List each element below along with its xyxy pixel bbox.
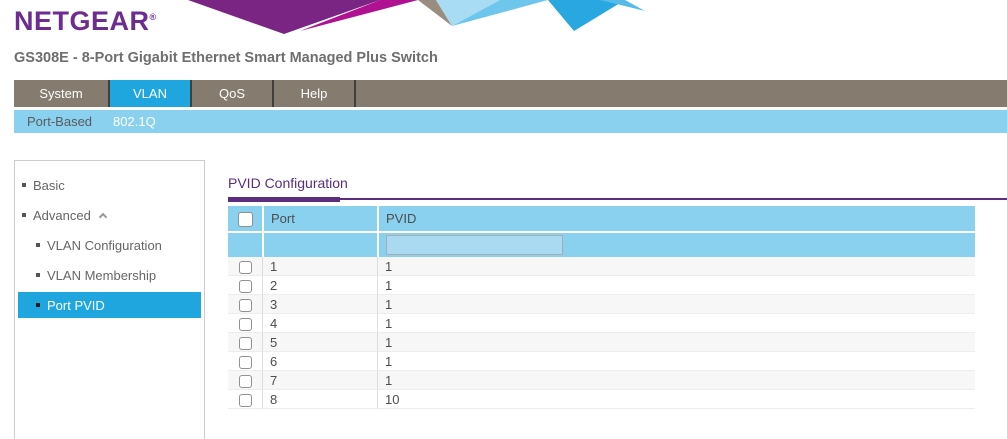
row-checkbox-cell xyxy=(228,257,262,276)
table-row: 21 xyxy=(228,276,975,295)
bullet-icon xyxy=(36,243,40,247)
select-all-checkbox[interactable] xyxy=(238,212,253,227)
pvid-cell: 1 xyxy=(377,276,975,295)
table-filter-row xyxy=(228,231,975,257)
row-checkbox-cell xyxy=(228,295,262,314)
table-row: 11 xyxy=(228,257,975,276)
table-row: 31 xyxy=(228,295,975,314)
nav-tab-system[interactable]: System xyxy=(14,80,110,107)
nav-tab-help[interactable]: Help xyxy=(274,80,356,107)
row-checkbox[interactable] xyxy=(239,394,252,407)
pvid-cell: 1 xyxy=(377,257,975,276)
sidebar-item-vlan-membership[interactable]: VLAN Membership xyxy=(15,260,204,290)
page: NETGEAR® GS308E - 8-Port Gigabit Etherne… xyxy=(0,0,1007,439)
row-checkbox[interactable] xyxy=(239,280,252,293)
port-cell: 2 xyxy=(262,276,377,295)
row-checkbox-cell xyxy=(228,352,262,371)
row-checkbox[interactable] xyxy=(239,299,252,312)
column-header-pvid: PVID xyxy=(377,206,975,231)
pvid-cell: 10 xyxy=(377,390,975,409)
section-heading: PVID Configuration xyxy=(228,175,1007,191)
main-nav: SystemVLANQoSHelp xyxy=(14,80,1007,107)
pvid-filter-input[interactable] xyxy=(386,235,563,255)
sidebar-item-port-pvid[interactable]: Port PVID xyxy=(18,292,201,318)
table-row: 71 xyxy=(228,371,975,390)
port-cell: 1 xyxy=(262,257,377,276)
nav-tab-vlan[interactable]: VLAN xyxy=(110,80,192,107)
pvid-cell: 1 xyxy=(377,352,975,371)
page-title: GS308E - 8-Port Gigabit Ethernet Smart M… xyxy=(14,50,438,66)
pvid-table: Port PVID 11213141516171810 xyxy=(228,206,975,409)
bullet-icon xyxy=(22,213,26,217)
content-area: Basic Advanced VLAN Configuration VLAN Memb… xyxy=(0,133,1007,439)
sidebar-item-advanced[interactable]: Advanced xyxy=(15,200,204,230)
filter-cell-port xyxy=(262,231,377,257)
sub-nav: Port-Based 802.1Q xyxy=(14,110,1007,133)
brand-name: NETGEAR xyxy=(14,6,150,36)
sidebar-item-label: Port PVID xyxy=(47,298,105,313)
pvid-cell: 1 xyxy=(377,333,975,352)
pvid-cell: 1 xyxy=(377,314,975,333)
port-cell: 8 xyxy=(262,390,377,409)
port-cell: 6 xyxy=(262,352,377,371)
table-row: 51 xyxy=(228,333,975,352)
row-checkbox-cell xyxy=(228,371,262,390)
header: NETGEAR® GS308E - 8-Port Gigabit Etherne… xyxy=(0,0,1007,80)
sidebar-item-vlan-configuration[interactable]: VLAN Configuration xyxy=(15,230,204,260)
filter-cell-pvid xyxy=(377,231,975,257)
bullet-icon xyxy=(36,303,40,307)
table-row: 41 xyxy=(228,314,975,333)
bullet-icon xyxy=(36,273,40,277)
registered-mark: ® xyxy=(150,12,157,22)
pvid-cell: 1 xyxy=(377,295,975,314)
row-checkbox-cell xyxy=(228,390,262,409)
main-panel: PVID Configuration Port PVID xyxy=(228,160,1007,409)
subnav-item-802-1q[interactable]: 802.1Q xyxy=(113,114,156,129)
chevron-up-icon xyxy=(99,212,107,220)
netgear-logo: NETGEAR® xyxy=(14,6,157,37)
row-checkbox-cell xyxy=(228,333,262,352)
sidebar-item-label: Advanced xyxy=(33,208,91,223)
row-checkbox[interactable] xyxy=(239,356,252,369)
port-cell: 7 xyxy=(262,371,377,390)
port-cell: 4 xyxy=(262,314,377,333)
port-cell: 5 xyxy=(262,333,377,352)
section-heading-block: PVID Configuration xyxy=(228,175,1007,200)
sidebar: Basic Advanced VLAN Configuration VLAN Memb… xyxy=(14,160,205,439)
row-checkbox[interactable] xyxy=(239,337,252,350)
sidebar-item-label: Basic xyxy=(33,178,65,193)
select-all-cell xyxy=(228,206,262,231)
subnav-item-port-based[interactable]: Port-Based xyxy=(27,114,92,129)
row-checkbox[interactable] xyxy=(239,261,252,274)
sidebar-item-basic[interactable]: Basic xyxy=(15,170,204,200)
sidebar-item-label: VLAN Configuration xyxy=(47,238,162,253)
row-checkbox-cell xyxy=(228,276,262,295)
row-checkbox[interactable] xyxy=(239,375,252,388)
bullet-icon xyxy=(22,183,26,187)
filter-cell-empty xyxy=(228,231,262,257)
row-checkbox-cell xyxy=(228,314,262,333)
column-header-port: Port xyxy=(262,206,377,231)
row-checkbox[interactable] xyxy=(239,318,252,331)
port-cell: 3 xyxy=(262,295,377,314)
table-row: 61 xyxy=(228,352,975,371)
pvid-cell: 1 xyxy=(377,371,975,390)
table-row: 810 xyxy=(228,390,975,409)
table-header-row: Port PVID xyxy=(228,206,975,231)
sidebar-item-label: VLAN Membership xyxy=(47,268,156,283)
nav-tab-qos[interactable]: QoS xyxy=(192,80,274,107)
